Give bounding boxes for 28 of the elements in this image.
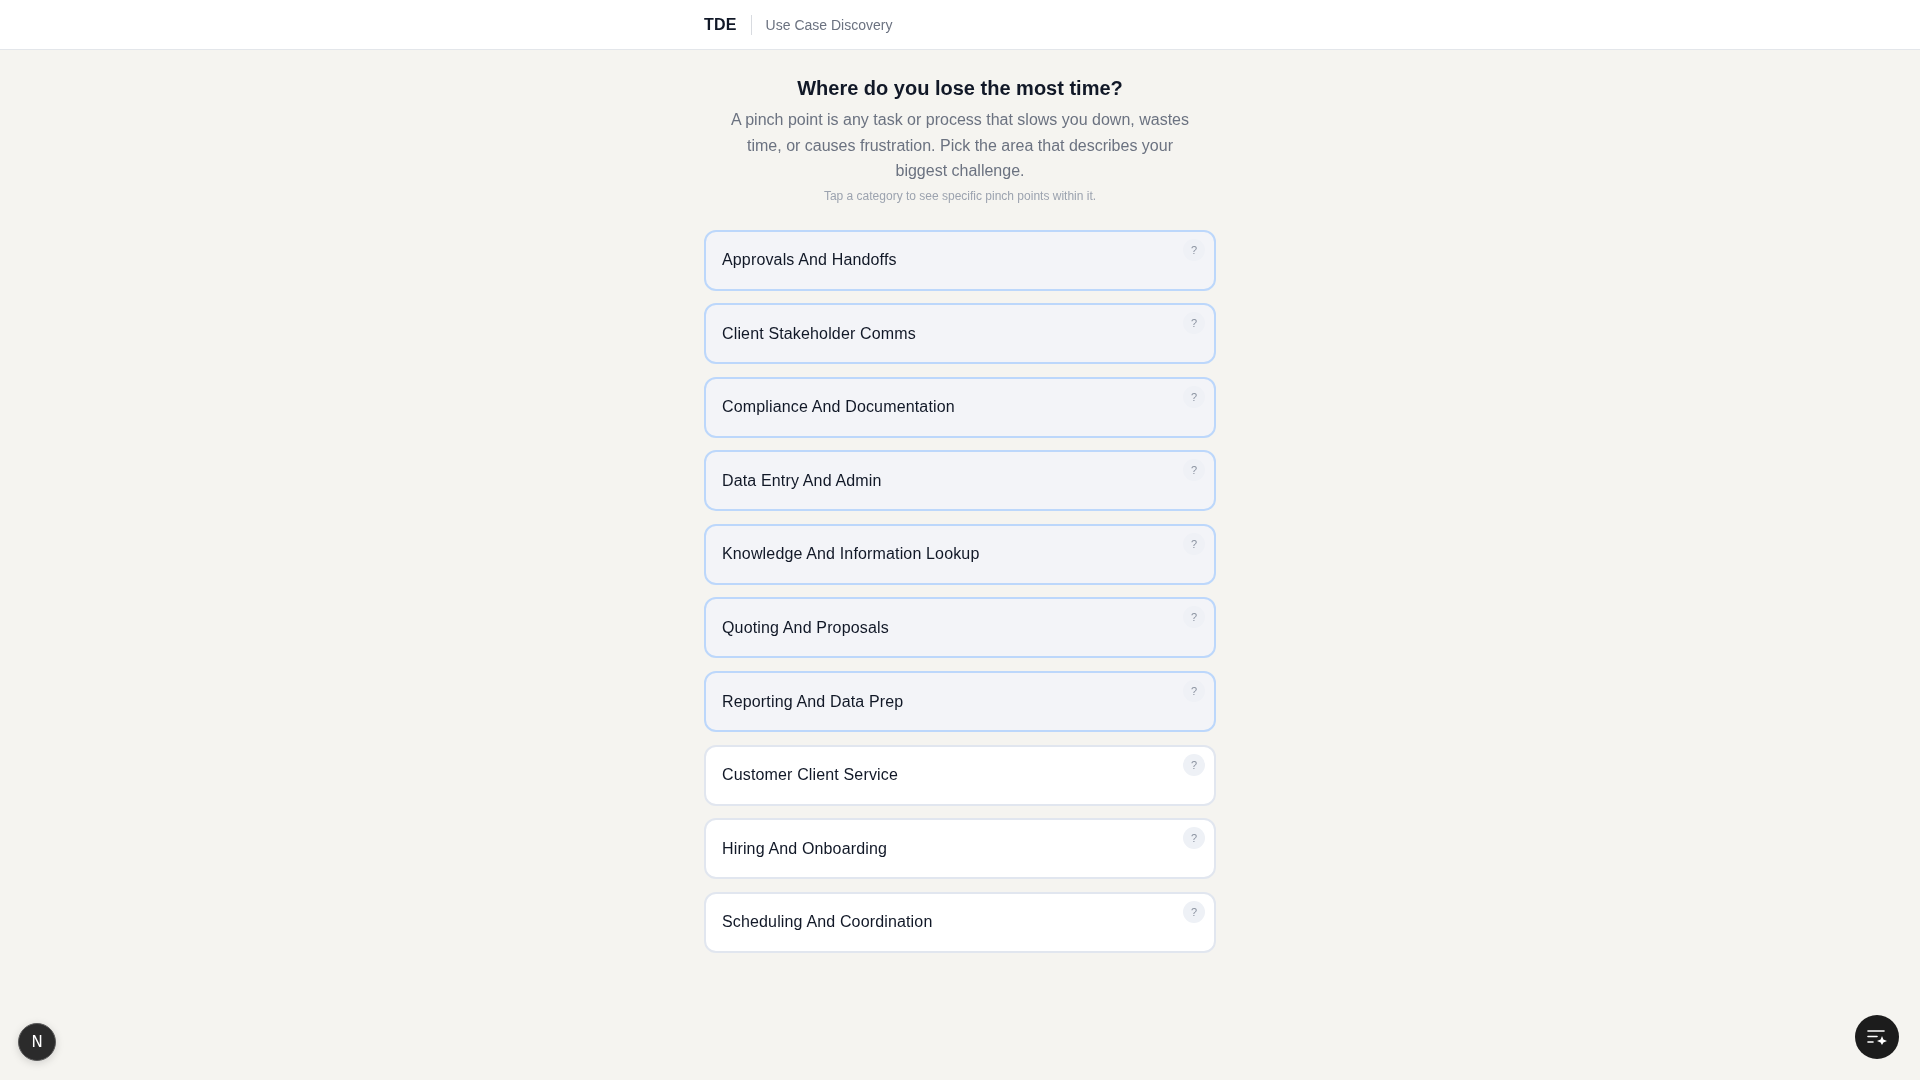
page-title: Use Case Discovery — [765, 16, 893, 33]
category-label: Hiring And Onboarding — [722, 839, 888, 858]
category-card[interactable]: Knowledge And Information Lookup ? — [704, 523, 1216, 585]
hint-text: Tap a category to see specific pinch points within it. — [823, 187, 1097, 204]
dev-tools-button[interactable]: N — [18, 1023, 56, 1061]
category-label: Data Entry And Admin — [722, 471, 882, 490]
category-label: Client Stakeholder Comms — [722, 324, 916, 343]
question-description: A pinch point is any task or process that slows you down, wastes time, or causes frustration. Pick the area that describes your biggest challenge. — [730, 110, 1190, 181]
category-label: Compliance And Documentation — [722, 398, 955, 417]
category-card[interactable]: Scheduling And Coordination ? — [704, 891, 1216, 953]
category-card[interactable]: Approvals And Handoffs ? — [704, 229, 1216, 291]
category-card[interactable]: Compliance And Documentation ? — [704, 376, 1216, 438]
category-label: Knowledge And Information Lookup — [722, 545, 980, 564]
category-label: Customer Client Service — [722, 766, 898, 785]
category-label: Reporting And Data Prep — [722, 692, 904, 711]
question-heading: Where do you lose the most time? — [797, 76, 1123, 101]
category-card[interactable]: Data Entry And Admin ? — [704, 450, 1216, 512]
list-sparkle-icon — [1867, 1029, 1887, 1045]
assistant-button[interactable] — [1855, 1015, 1899, 1059]
category-card[interactable]: Hiring And Onboarding ? — [704, 818, 1216, 880]
category-card[interactable]: Client Stakeholder Comms ? — [704, 303, 1216, 365]
category-card[interactable]: Customer Client Service ? — [704, 744, 1216, 806]
category-card[interactable]: Reporting And Data Prep ? — [704, 671, 1216, 733]
category-label: Scheduling And Coordination — [722, 913, 933, 932]
brand-name: TDE — [704, 15, 737, 34]
category-label: Quoting And Proposals — [722, 618, 889, 637]
category-label: Approvals And Handoffs — [722, 251, 897, 269]
category-card[interactable]: Quoting And Proposals ? — [704, 597, 1216, 659]
